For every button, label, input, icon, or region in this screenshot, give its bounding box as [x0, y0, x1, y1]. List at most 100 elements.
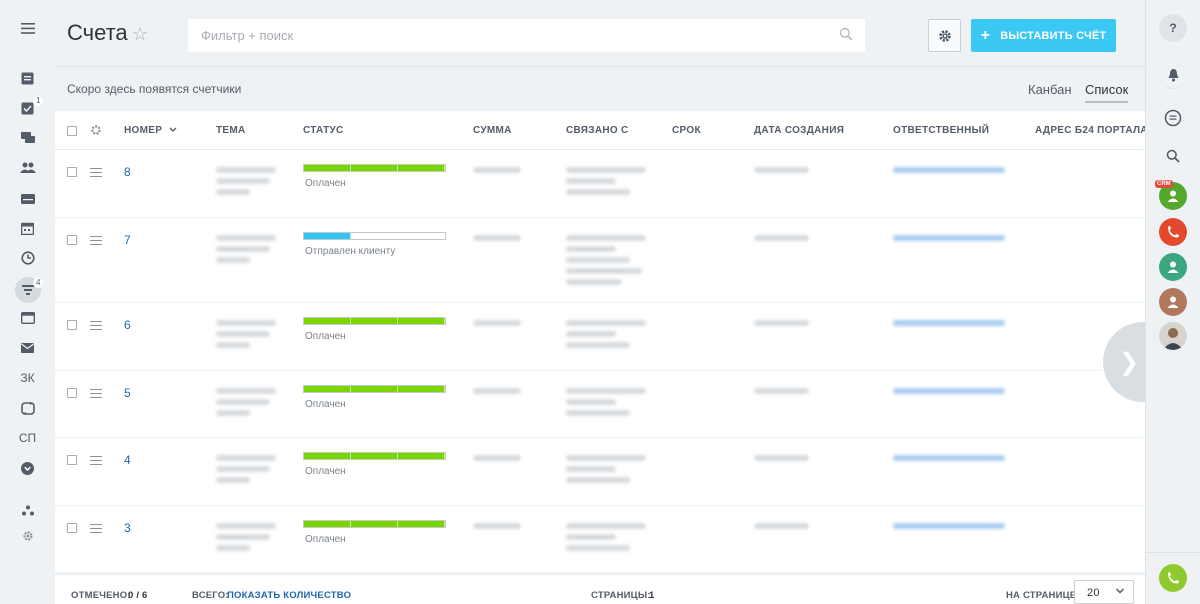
contact-avatar-green[interactable]: [1159, 253, 1187, 281]
subject-blurred: [216, 523, 276, 529]
status-label: Оплачен: [305, 534, 346, 545]
pages-value[interactable]: 1: [649, 590, 654, 601]
calendar-icon[interactable]: [0, 214, 55, 242]
responsible-blurred-link[interactable]: [893, 320, 1005, 326]
clock-icon[interactable]: [0, 244, 55, 272]
hamburger-menu-icon[interactable]: [0, 14, 55, 42]
row-checkbox[interactable]: [67, 523, 77, 533]
table-row[interactable]: 8 Оплачен: [55, 150, 1145, 218]
gear-icon: [938, 29, 951, 42]
row-menu-icon[interactable]: [90, 168, 102, 177]
counters-notice: Скоро здесь появятся счетчики: [67, 82, 242, 96]
show-count-link[interactable]: ПОКАЗАТЬ КОЛИЧЕСТВО: [227, 590, 351, 601]
status-progress-bar[interactable]: [303, 164, 446, 172]
column-header-status[interactable]: СТАТУС: [303, 125, 344, 136]
structure-icon[interactable]: [0, 496, 55, 524]
table-row[interactable]: 5 Оплачен: [55, 371, 1145, 438]
select-all-checkbox[interactable]: [67, 126, 77, 136]
sidebar-item-sp[interactable]: СП: [0, 424, 55, 452]
view-list-tab[interactable]: Список: [1085, 82, 1129, 103]
column-settings-gear-icon[interactable]: [90, 124, 102, 136]
invoice-number-link[interactable]: 8: [124, 165, 131, 179]
status-label: Отправлен клиенту: [305, 246, 396, 257]
list-settings-button[interactable]: [928, 19, 961, 52]
tasks-counter-badge: 1: [33, 96, 44, 106]
view-kanban-tab[interactable]: Канбан: [1028, 82, 1072, 97]
favorite-star-icon[interactable]: ☆: [132, 24, 148, 45]
status-progress-bar[interactable]: [303, 232, 446, 240]
column-header-deadline[interactable]: СРОК: [672, 125, 701, 136]
search-placeholder: Фильтр + поиск: [201, 28, 294, 43]
column-header-amount[interactable]: СУММА: [473, 125, 512, 136]
amount-blurred: [473, 320, 521, 326]
feed-icon[interactable]: [0, 64, 55, 92]
responsible-blurred-link[interactable]: [893, 455, 1005, 461]
call-phone-icon[interactable]: [1159, 564, 1187, 592]
row-checkbox[interactable]: [67, 167, 77, 177]
responsible-blurred-link[interactable]: [893, 235, 1005, 241]
pages-label: СТРАНИЦЫ:: [591, 590, 651, 601]
crm-funnel-icon[interactable]: 4: [0, 276, 55, 304]
per-page-select[interactable]: 20: [1074, 580, 1134, 604]
row-menu-icon[interactable]: [90, 321, 102, 330]
column-header-portal-address[interactable]: АДРЕС Б24 ПОРТАЛА (З: [1035, 125, 1145, 136]
responsible-blurred-link[interactable]: [893, 523, 1005, 529]
status-progress-segment: [398, 521, 445, 527]
help-icon[interactable]: ?: [1159, 14, 1187, 42]
table-row[interactable]: 3 Оплачен: [55, 506, 1145, 573]
group-icon[interactable]: [0, 154, 55, 182]
row-checkbox[interactable]: [67, 388, 77, 398]
row-checkbox[interactable]: [67, 320, 77, 330]
status-progress-bar[interactable]: [303, 317, 446, 325]
mail-icon[interactable]: [0, 334, 55, 362]
messenger-icon[interactable]: [1159, 104, 1187, 132]
status-progress-bar[interactable]: [303, 452, 446, 460]
row-menu-icon[interactable]: [90, 456, 102, 465]
status-progress-bar[interactable]: [303, 520, 446, 528]
linked-blurred: [566, 257, 630, 263]
column-header-created[interactable]: ДАТА СОЗДАНИЯ: [754, 125, 844, 136]
responsible-blurred-link[interactable]: [893, 167, 1005, 173]
settings-gear-icon[interactable]: [0, 522, 55, 550]
notifications-bell-icon[interactable]: [1159, 61, 1187, 89]
chat-icon[interactable]: [0, 124, 55, 152]
table-row[interactable]: 7 Отправлен клиенту: [55, 218, 1145, 303]
contact-avatar-brown[interactable]: [1159, 288, 1187, 316]
column-header-responsible[interactable]: ОТВЕТСТВЕННЫЙ: [893, 125, 989, 136]
more-chevron-icon[interactable]: [0, 454, 55, 482]
row-menu-icon[interactable]: [90, 236, 102, 245]
user-photo-avatar[interactable]: [1159, 322, 1187, 350]
invoice-number-link[interactable]: 6: [124, 318, 131, 332]
invoice-number-link[interactable]: 5: [124, 386, 131, 400]
row-checkbox[interactable]: [67, 455, 77, 465]
sidebar-item-zk[interactable]: ЗК: [0, 364, 55, 392]
search-icon[interactable]: [1159, 142, 1187, 170]
sync-icon[interactable]: [0, 394, 55, 422]
search-icon[interactable]: [839, 27, 853, 41]
search-filter-input[interactable]: Фильтр + поиск: [188, 19, 865, 52]
row-menu-icon[interactable]: [90, 389, 102, 398]
amount-blurred: [473, 455, 521, 461]
row-checkbox[interactable]: [67, 235, 77, 245]
row-menu-icon[interactable]: [90, 524, 102, 533]
table-row[interactable]: 4 Оплачен: [55, 438, 1145, 506]
drive-icon[interactable]: [0, 184, 55, 212]
tasks-icon[interactable]: 1: [0, 94, 55, 122]
status-progress-bar[interactable]: [303, 385, 446, 393]
column-header-number[interactable]: НОМЕР: [124, 125, 177, 136]
phone-call-avatar[interactable]: [1159, 218, 1187, 246]
column-header-linked[interactable]: СВЯЗАНО С: [566, 125, 629, 136]
table-row[interactable]: 6 Оплачен: [55, 303, 1145, 371]
invoice-number-link[interactable]: 4: [124, 453, 131, 467]
status-progress-segment: [304, 318, 351, 324]
subject-blurred: [216, 455, 276, 461]
column-header-subject[interactable]: ТЕМА: [216, 125, 246, 136]
create-invoice-button[interactable]: + ВЫСТАВИТЬ СЧЁТ: [971, 19, 1116, 52]
status-progress-segment: [304, 521, 351, 527]
table-footer: ОТМЕЧЕНО: 0 / 6 ВСЕГО: ПОКАЗАТЬ КОЛИЧЕСТ…: [55, 574, 1145, 604]
sites-icon[interactable]: [0, 304, 55, 332]
invoice-number-link[interactable]: 3: [124, 521, 131, 535]
invoice-number-link[interactable]: 7: [124, 233, 131, 247]
responsible-blurred-link[interactable]: [893, 388, 1005, 394]
plus-icon: +: [980, 26, 991, 44]
